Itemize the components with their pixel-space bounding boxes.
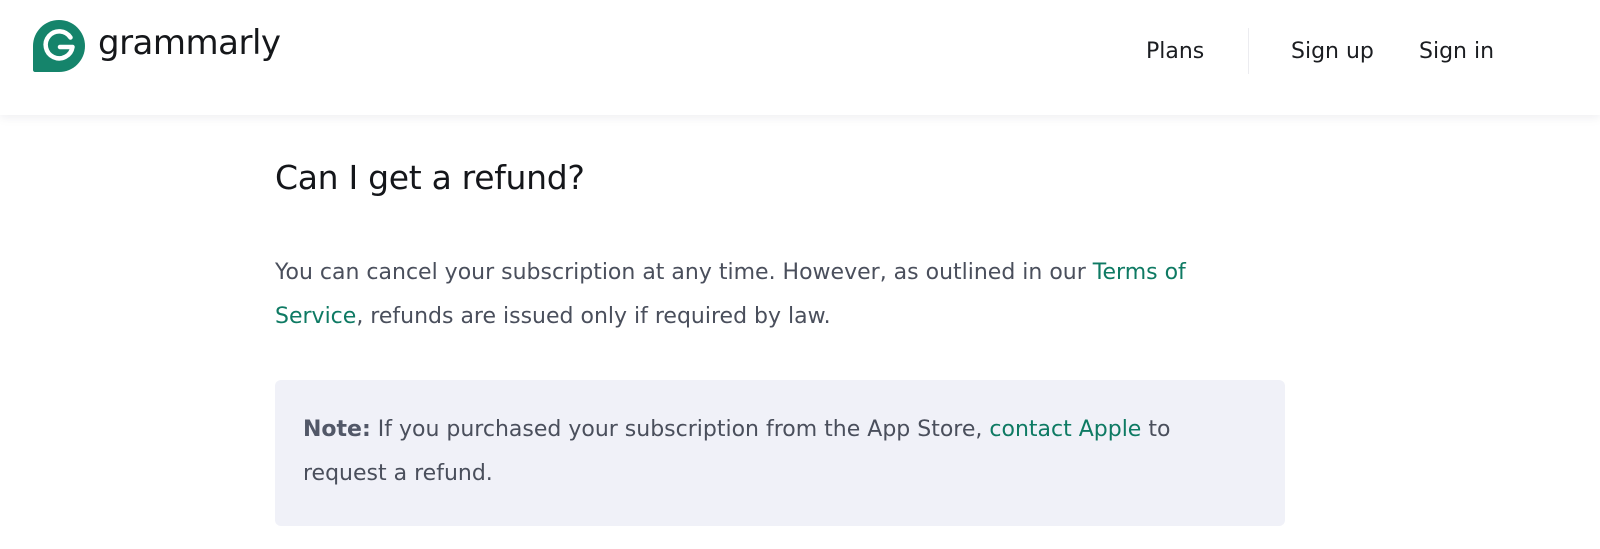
site-header: grammarly Plans Sign up Sign in [0,0,1600,115]
nav-sign-in-link[interactable]: Sign in [1419,28,1494,76]
contact-apple-link[interactable]: contact Apple [989,417,1141,442]
nav-plans-link[interactable]: Plans [1146,28,1204,76]
refund-paragraph: You can cancel your subscription at any … [275,251,1235,339]
nav-divider [1248,28,1249,74]
logo-wordmark: grammarly [98,23,281,63]
grammarly-g-logo-icon [33,20,85,72]
note-text-before-link: If you purchased your subscription from … [370,417,990,442]
note-label: Note: [303,417,371,442]
note-callout: Note: If you purchased your subscription… [275,380,1285,526]
paragraph-text-before-link: You can cancel your subscription at any … [275,260,1093,285]
nav-sign-up-link[interactable]: Sign up [1291,28,1374,76]
paragraph-text-after-link: , refunds are issued only if required by… [356,304,831,329]
note-text: Note: If you purchased your subscription… [303,408,1257,496]
grammarly-logo-link[interactable]: grammarly [32,18,281,74]
article-title: Can I get a refund? [275,158,585,197]
